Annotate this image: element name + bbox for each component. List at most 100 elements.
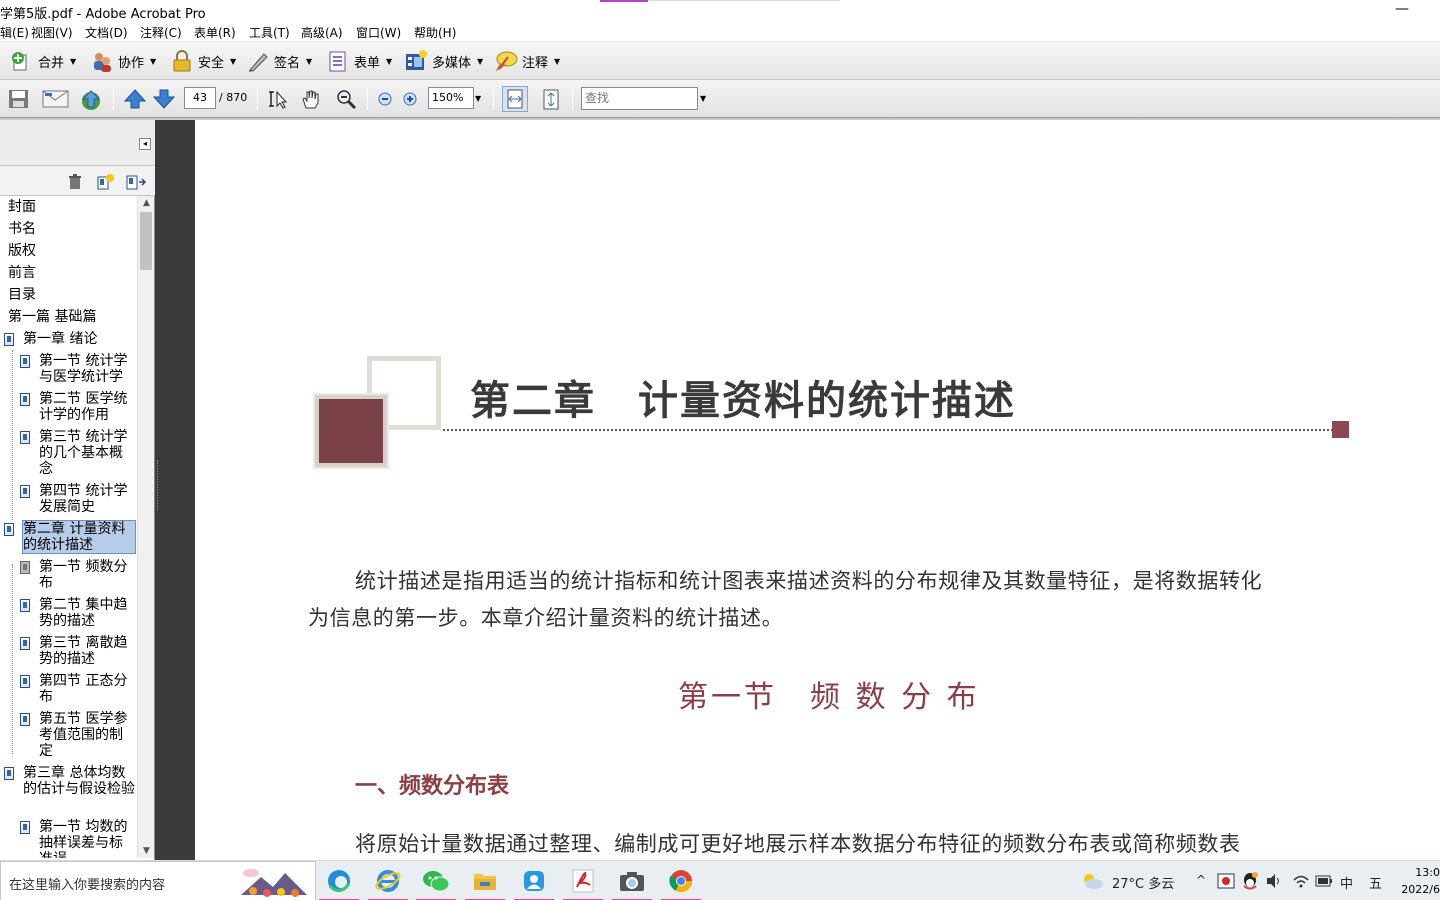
- rule-end-marker: [1332, 421, 1349, 438]
- volume-icon[interactable]: [1265, 872, 1283, 893]
- bookmark-icon: [4, 767, 14, 780]
- bookmark-item-selected[interactable]: 第二章 计量资料的统计描述: [22, 520, 136, 554]
- sign-label: 签名: [274, 55, 301, 71]
- ime-mode[interactable]: 五: [1369, 873, 1382, 892]
- zoom-out-icon[interactable]: [377, 89, 393, 109]
- email-icon[interactable]: [42, 89, 70, 109]
- splitter-grip[interactable]: [157, 460, 160, 510]
- collaborate-caret-icon: ▼: [150, 56, 157, 66]
- taskbar-acrobat[interactable]: [560, 861, 606, 900]
- taskbar-camera[interactable]: [609, 861, 655, 900]
- wifi-icon[interactable]: [1292, 872, 1310, 893]
- bookmark-icon: [20, 821, 30, 834]
- collaborate-button[interactable]: 协作 ▼: [90, 49, 156, 73]
- qq-icon[interactable]: [1241, 871, 1259, 894]
- menu-window[interactable]: 窗口(W): [356, 24, 401, 41]
- zoom-input[interactable]: 150%: [428, 87, 474, 109]
- comment-button[interactable]: 注释 ▼: [494, 49, 560, 73]
- taskbar-file-explorer[interactable]: [462, 861, 508, 900]
- taskbar-edge[interactable]: [316, 861, 362, 900]
- bookmark-item[interactable]: 第一节 均数的抽样误差与标准误: [39, 819, 135, 858]
- weather-icon[interactable]: [1080, 871, 1104, 894]
- multimedia-label: 多媒体: [432, 55, 472, 71]
- bookmarks-tools: [0, 166, 155, 196]
- bookmark-item[interactable]: 第二节 医学统计学的作用: [39, 391, 135, 423]
- taskbar-ie[interactable]: [365, 861, 411, 900]
- find-dropdown-icon[interactable]: ▼: [700, 94, 706, 103]
- bookmark-item[interactable]: 第三节 统计学的几个基本概念: [39, 429, 135, 477]
- menu-document[interactable]: 文档(D): [85, 24, 128, 41]
- new-bookmark-icon[interactable]: [96, 174, 114, 190]
- previous-page-icon[interactable]: [123, 89, 147, 109]
- system-clock[interactable]: 13:0 2022/6: [1394, 864, 1440, 898]
- bookmark-item[interactable]: 封面: [8, 199, 36, 215]
- fit-width-icon[interactable]: [502, 86, 528, 112]
- bookmark-item[interactable]: 第一节 频数分布: [39, 559, 135, 591]
- multimedia-caret-icon: ▼: [477, 56, 484, 66]
- select-text-icon[interactable]: [266, 89, 288, 109]
- combine-caret-icon: ▼: [70, 56, 77, 66]
- taskbar-chrome[interactable]: [658, 861, 704, 900]
- bookmark-item[interactable]: 前言: [8, 265, 36, 281]
- save-icon[interactable]: [8, 89, 30, 109]
- forms-button[interactable]: 表单 ▼: [326, 49, 392, 73]
- next-page-icon[interactable]: [152, 89, 176, 109]
- bookmark-item[interactable]: 第一篇 基础篇: [8, 309, 96, 325]
- ime-indicator[interactable]: 中: [1340, 873, 1353, 892]
- bookmark-item[interactable]: 版权: [8, 243, 36, 259]
- body-paragraph-line: 将原始计量数据通过整理、编制成可更好地展示样本数据分布特征的频数分布表或简称频数…: [355, 832, 1241, 856]
- menu-forms[interactable]: 表单(R): [194, 24, 236, 41]
- bookmark-item[interactable]: 第四节 统计学发展简史: [39, 483, 135, 515]
- page-number-input[interactable]: 43: [184, 87, 216, 109]
- bookmark-item[interactable]: 书名: [8, 221, 36, 237]
- scroll-up-icon[interactable]: ▲: [138, 196, 155, 210]
- show-hidden-icons-icon[interactable]: ^: [1196, 873, 1206, 887]
- multimedia-button[interactable]: 多媒体 ▼: [404, 49, 483, 73]
- bookmark-item[interactable]: 第三节 离散趋势的描述: [39, 635, 135, 667]
- menu-tools[interactable]: 工具(T): [249, 24, 290, 41]
- delete-bookmark-icon[interactable]: [67, 174, 83, 190]
- zoom-in-icon[interactable]: [402, 89, 418, 109]
- secure-button[interactable]: 安全 ▼: [170, 49, 236, 73]
- bookmark-item[interactable]: 第四节 正态分布: [39, 673, 135, 705]
- minimize-button[interactable]: —: [1394, 0, 1410, 22]
- bookmark-item[interactable]: 第一节 统计学与医学统计学: [39, 353, 135, 385]
- bookmark-item[interactable]: 第二节 集中趋势的描述: [39, 597, 135, 629]
- combine-button[interactable]: 合并 ▼: [10, 49, 76, 73]
- zoom-tool-icon[interactable]: [336, 89, 358, 110]
- title-accent: [600, 0, 648, 2]
- fit-page-icon[interactable]: [540, 89, 562, 110]
- battery-icon[interactable]: [1314, 873, 1334, 892]
- internet-explorer-icon: [375, 870, 401, 892]
- bookmark-tree: 封面 书名 版权 前言 目录 第一篇 基础篇 第一章 绪论 第一节 统计学与医学…: [0, 196, 137, 858]
- bookmark-item[interactable]: 第五节 医学参考值范围的制定: [39, 711, 135, 759]
- forms-caret-icon: ▼: [386, 56, 393, 66]
- taskbar-wechat[interactable]: [413, 861, 459, 900]
- menu-view[interactable]: 视图(V): [31, 24, 73, 41]
- bookmark-options-icon[interactable]: [125, 174, 147, 190]
- scroll-thumb[interactable]: [140, 212, 152, 270]
- menu-comments[interactable]: 注释(C): [140, 24, 182, 41]
- film-icon: [404, 49, 428, 73]
- tray-app-icon[interactable]: [1217, 872, 1235, 893]
- menu-advanced[interactable]: 高级(A): [301, 24, 343, 41]
- bookmark-item[interactable]: 目录: [8, 287, 36, 303]
- combine-label: 合并: [38, 55, 65, 71]
- taskbar-search[interactable]: 在这里输入你要搜索的内容: [0, 861, 316, 900]
- menu-help[interactable]: 帮助(H): [414, 24, 456, 41]
- bookmark-item[interactable]: 第三章 总体均数的估计与假设检验: [23, 765, 135, 797]
- collapse-panel-icon[interactable]: ◂: [139, 138, 151, 150]
- weather-text[interactable]: 27°C 多云: [1112, 873, 1174, 892]
- bookmark-item[interactable]: 第一章 绪论: [23, 331, 133, 347]
- menu-edit[interactable]: 辑(E): [0, 24, 29, 41]
- taskbar-contacts[interactable]: [511, 861, 557, 900]
- hand-tool-icon[interactable]: [300, 89, 322, 109]
- web-upload-icon[interactable]: [78, 89, 104, 110]
- find-input[interactable]: 查找: [581, 87, 698, 110]
- panel-splitter[interactable]: [155, 120, 195, 860]
- scroll-down-icon[interactable]: ▼: [138, 844, 155, 858]
- bookmarks-scrollbar[interactable]: ▲ ▼: [137, 196, 154, 858]
- forms-label: 表单: [354, 55, 381, 71]
- sign-button[interactable]: 签名 ▼: [246, 49, 312, 73]
- zoom-dropdown-icon[interactable]: ▼: [475, 94, 481, 103]
